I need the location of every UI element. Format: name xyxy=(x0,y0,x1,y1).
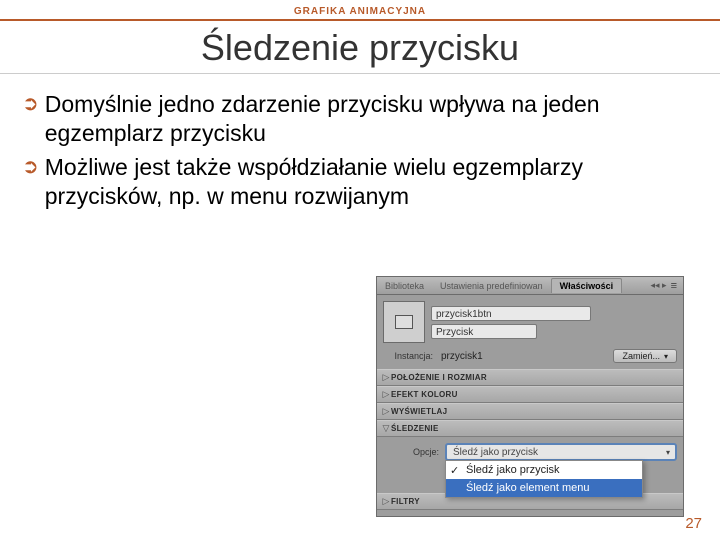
chevron-right-icon: ▷ xyxy=(381,496,391,507)
chevron-down-icon: ▾ xyxy=(666,448,670,457)
section-tracking-label: ŚLEDZENIE xyxy=(391,424,439,433)
dropdown-item-label: Śledź jako przycisk xyxy=(466,464,560,476)
divider-bottom xyxy=(0,73,720,74)
swap-button[interactable]: Zamień... ▾ xyxy=(613,349,677,363)
section-filters-label: FILTRY xyxy=(391,497,420,506)
section-tracking[interactable]: ▽ ŚLEDZENIE xyxy=(377,420,683,437)
tracking-dropdown-button[interactable]: Śledź jako przycisk ▾ xyxy=(445,443,677,461)
tracking-dropdown-list: ✓ Śledź jako przycisk Śledź jako element… xyxy=(445,460,643,498)
tab-library[interactable]: Biblioteka xyxy=(377,279,432,293)
panel-tabs: Biblioteka Ustawienia predefiniowan Właś… xyxy=(377,277,683,295)
bullet-item: ➲ Możliwe jest także współdziałanie wiel… xyxy=(22,153,698,212)
panel-menu-icon[interactable]: ≡ xyxy=(669,280,683,292)
symbol-swatch xyxy=(383,301,425,343)
tracking-dropdown[interactable]: Śledź jako przycisk ▾ ✓ Śledź jako przyc… xyxy=(445,443,677,461)
options-label: Opcje: xyxy=(383,447,439,457)
tracking-body: Opcje: Śledź jako przycisk ▾ ✓ Śledź jak… xyxy=(383,437,677,467)
content-area: ➲ Domyślnie jedno zdarzenie przycisku wp… xyxy=(0,90,720,212)
section-position[interactable]: ▷ POŁOŻENIE I ROZMIAR xyxy=(377,369,683,386)
chevron-down-icon: ▽ xyxy=(381,423,391,434)
section-color-label: EFEKT KOLORU xyxy=(391,390,458,399)
symbol-type-dropdown[interactable]: Przycisk xyxy=(431,324,537,339)
bullet-item: ➲ Domyślnie jedno zdarzenie przycisku wp… xyxy=(22,90,698,149)
check-icon: ✓ xyxy=(450,464,459,477)
page-number: 27 xyxy=(685,515,702,532)
section-display-label: WYŚWIETLAJ xyxy=(391,407,447,416)
bullet-arrow-icon: ➲ xyxy=(22,153,39,181)
header-kicker: GRAFIKA ANIMACYJNA xyxy=(0,0,720,19)
chevron-right-icon: ▷ xyxy=(381,389,391,400)
instance-value: przycisk1 xyxy=(441,351,609,362)
symbol-mini-icon xyxy=(395,315,413,329)
chevron-right-icon: ▷ xyxy=(381,406,391,417)
dropdown-item-button[interactable]: ✓ Śledź jako przycisk xyxy=(446,461,642,479)
tab-presets[interactable]: Ustawienia predefiniowan xyxy=(432,279,551,293)
section-display[interactable]: ▷ WYŚWIETLAJ xyxy=(377,403,683,420)
chevron-down-icon: ▾ xyxy=(664,352,668,361)
symbol-type-label: Przycisk xyxy=(436,327,473,338)
instance-name-input[interactable]: przycisk1btn xyxy=(431,306,591,321)
slide-title: Śledzenie przycisku xyxy=(0,21,720,73)
section-color[interactable]: ▷ EFEKT KOLORU xyxy=(377,386,683,403)
instance-label: Instancja: xyxy=(383,351,437,361)
dropdown-item-menu[interactable]: Śledź jako element menu xyxy=(446,479,642,497)
section-position-label: POŁOŻENIE I ROZMIAR xyxy=(391,373,487,382)
bullet-arrow-icon: ➲ xyxy=(22,90,39,118)
properties-panel: Biblioteka Ustawienia predefiniowan Właś… xyxy=(376,276,684,517)
dropdown-item-label: Śledź jako element menu xyxy=(466,482,590,494)
panel-collapse-icon[interactable]: ◂◂ ▸ xyxy=(651,280,669,291)
swap-button-label: Zamień... xyxy=(622,351,660,361)
tab-properties[interactable]: Właściwości xyxy=(551,278,623,293)
bullet-text: Domyślnie jedno zdarzenie przycisku wpły… xyxy=(45,90,698,149)
tracking-dropdown-value: Śledź jako przycisk xyxy=(453,447,538,458)
chevron-right-icon: ▷ xyxy=(381,372,391,383)
bullet-text: Możliwe jest także współdziałanie wielu … xyxy=(45,153,698,212)
